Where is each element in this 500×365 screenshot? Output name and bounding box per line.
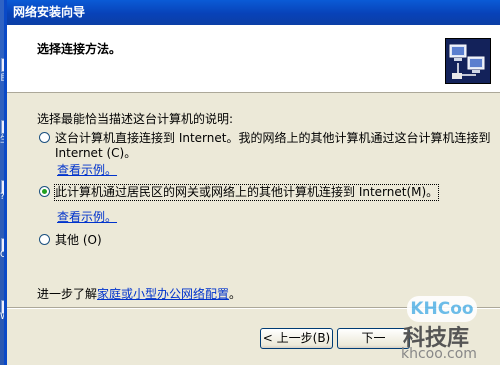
wizard-header: 选择连接方法。: [7, 25, 500, 93]
wizard-body: 选择最能恰当描述这台计算机的说明: 这台计算机直接连接到 Internet。我的…: [7, 93, 500, 307]
network-computers-icon: [445, 38, 491, 84]
view-example-link[interactable]: 查看示例。: [57, 161, 117, 178]
view-example-link[interactable]: 查看示例。: [57, 208, 117, 225]
option-label: 其他 (O): [55, 233, 102, 247]
window-title: 网络安装向导: [13, 5, 86, 19]
home-network-config-link[interactable]: 家庭或小型办公网络配置: [97, 287, 229, 301]
radio-button-selected[interactable]: [39, 186, 50, 197]
step-title: 选择连接方法。: [37, 42, 122, 56]
back-button[interactable]: < 上一步(B): [260, 328, 333, 349]
window-title-bar[interactable]: 网络安装向导: [7, 0, 500, 25]
option-label: 此计算机通过居民区的网关或网络上的其他计算机连接到 Internet(M)。: [53, 184, 440, 201]
radio-button[interactable]: [39, 234, 50, 245]
watermark-logo: KHCoo 科技库 khcoo.com: [395, 296, 500, 365]
option-label: 这台计算机直接连接到 Internet。我的网络上的其他计算机通过这台计算机连接…: [55, 131, 491, 160]
watermark-url: khcoo.com: [401, 346, 477, 362]
watermark-logo-mark: KHCoo: [407, 296, 477, 322]
radio-button[interactable]: [39, 132, 50, 143]
learn-more-text: 进一步了解家庭或小型办公网络配置。: [37, 287, 242, 301]
choice-prompt: 选择最能恰当描述这台计算机的说明:: [37, 112, 234, 126]
